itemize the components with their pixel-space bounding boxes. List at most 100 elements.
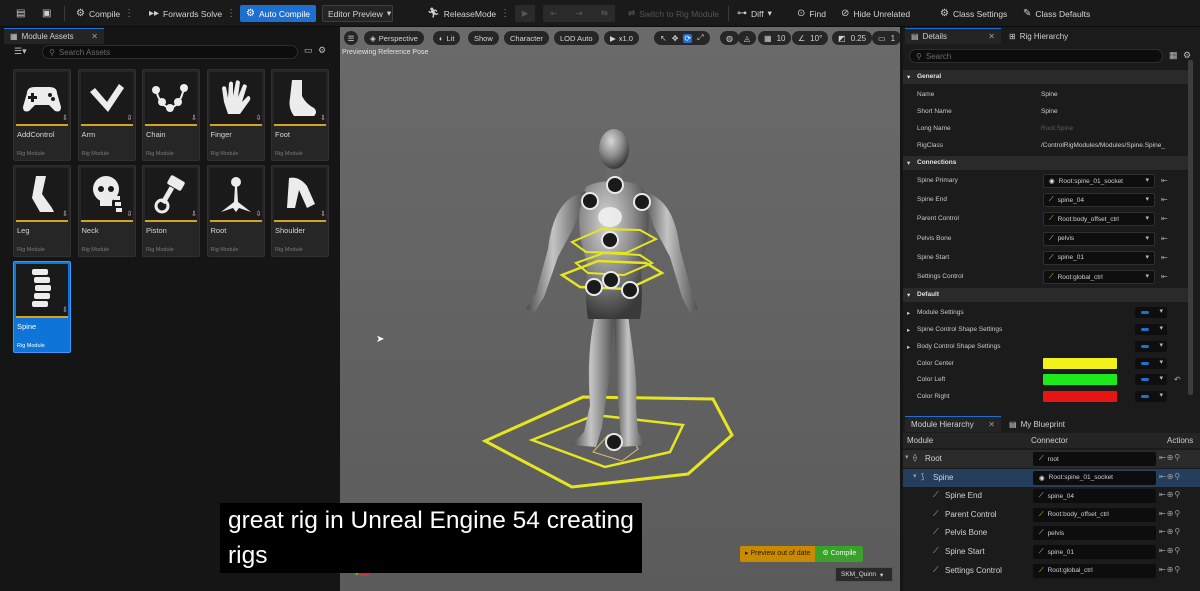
- chevron-right-icon[interactable]: ▸: [907, 326, 910, 334]
- connector-field[interactable]: ⟋ pelvis: [1033, 526, 1156, 541]
- release-mode-button[interactable]: 🏃︎ ReleaseMode ⋮: [427, 5, 510, 22]
- connector-dropdown[interactable]: ◉ Root:spine_01_socket ▾: [1043, 174, 1155, 188]
- connector-field[interactable]: ◉ Root:spine_01_socket: [1033, 470, 1156, 485]
- step-controls[interactable]: ⇤ ⇥ ⇆: [543, 5, 615, 22]
- hierarchy-row[interactable]: ▾ ⟠ Root ⟋ root ⇤⊕⚲: [903, 450, 1200, 468]
- hierarchy-row[interactable]: ⟋ Pelvis Bone ⟋ pelvis ⇤⊕⚲: [903, 524, 1200, 542]
- value-dropdown[interactable]: ▾: [1135, 307, 1167, 319]
- hide-unrelated-button[interactable]: ⊘ Hide Unrelated: [841, 5, 910, 22]
- editor-preview-dropdown[interactable]: Editor Preview ▾: [322, 5, 393, 22]
- section-default[interactable]: ▾ Default: [903, 288, 1189, 303]
- color-swatch[interactable]: [1043, 374, 1117, 386]
- connector-field[interactable]: ⟋ Root:global_ctrl: [1033, 563, 1156, 578]
- hierarchy-row[interactable]: ▾ ⟆ Spine ◉ Root:spine_01_socket ⇤⊕⚲: [903, 468, 1200, 487]
- reset-arrow-icon[interactable]: ⇤: [1161, 176, 1168, 185]
- reset-arrow-icon[interactable]: ⇤: [1161, 272, 1168, 281]
- connector-dropdown[interactable]: ⟋ pelvis ▾: [1043, 231, 1155, 246]
- value-dropdown[interactable]: ▾: [1135, 324, 1167, 335]
- property-value[interactable]: Root:Spine: [1041, 125, 1073, 132]
- reset-arrow-icon[interactable]: ⇤: [1161, 195, 1168, 204]
- save-icon[interactable]: ▤: [16, 5, 25, 22]
- reset-arrow-icon[interactable]: ⇤: [1161, 214, 1168, 223]
- row-actions[interactable]: ⇤⊕⚲: [1159, 527, 1181, 536]
- connector-dropdown[interactable]: ⟋ Root:global_ctrl ▾: [1043, 270, 1155, 284]
- asset-tile-foot[interactable]: ⇩ Foot Rig Module: [271, 69, 329, 161]
- connector-field[interactable]: ⟋ root: [1033, 452, 1156, 466]
- hierarchy-row[interactable]: ⟋ Settings Control ⟋ Root:global_ctrl ⇤⊕⚲: [903, 562, 1200, 580]
- connector-field[interactable]: ⟋ spine_01: [1033, 545, 1156, 559]
- section-general[interactable]: ▾ General: [903, 70, 1189, 84]
- play-button[interactable]: ▶: [515, 5, 535, 22]
- filter-icon[interactable]: ☰▾: [14, 46, 27, 57]
- connector-field[interactable]: ⟋ Root:body_offset_ctrl: [1033, 507, 1156, 522]
- tab-rig-hierarchy[interactable]: ⊞ Rig Hierarchy: [1003, 28, 1103, 44]
- tab-module-hierarchy[interactable]: Module Hierarchy ✕: [905, 416, 1001, 432]
- tab-my-blueprint[interactable]: ▤ My Blueprint: [1003, 416, 1089, 432]
- connector-dropdown[interactable]: ⟋ spine_04 ▾: [1043, 193, 1155, 208]
- connector-dropdown[interactable]: ⟋ Root:body_offset_ctrl ▾: [1043, 212, 1155, 227]
- switch-rig-module-button[interactable]: ⇄ Switch to Rig Module: [628, 5, 719, 22]
- release-mode-options-icon[interactable]: ⋮: [500, 8, 510, 19]
- asset-tile-spine[interactable]: ⇩ Spine Rig Module: [13, 261, 71, 353]
- asset-tile-shoulder[interactable]: ⇩ Shoulder Rig Module: [271, 165, 329, 257]
- close-icon[interactable]: ✕: [91, 32, 98, 41]
- search-input[interactable]: ⚲ Search Assets: [42, 45, 298, 59]
- section-connections[interactable]: ▾ Connections: [903, 156, 1189, 170]
- property-value[interactable]: Spine: [1041, 91, 1058, 98]
- forwards-solve-options-icon[interactable]: ⋮: [226, 8, 236, 19]
- value-dropdown[interactable]: ▾: [1135, 391, 1167, 403]
- reset-arrow-icon[interactable]: ⇤: [1161, 253, 1168, 262]
- asset-tile-piston[interactable]: ⇩ Piston Rig Module: [142, 165, 200, 257]
- tab-module-assets[interactable]: ▦ Module Assets ✕: [4, 28, 104, 44]
- forwards-solve-button[interactable]: ▸▸ Forwards Solve ⋮: [149, 5, 236, 22]
- asset-tile-arm[interactable]: ⇩ Arm Rig Module: [77, 69, 136, 161]
- find-button[interactable]: ⊙ Find: [797, 5, 826, 22]
- browse-icon[interactable]: ▣: [42, 5, 51, 22]
- chevron-down-icon[interactable]: ▾: [905, 453, 909, 461]
- compile-badge-button[interactable]: ⚙ Compile: [815, 546, 864, 562]
- value-dropdown[interactable]: ▾: [1135, 340, 1167, 352]
- tab-details[interactable]: ▤ Details ✕: [905, 28, 1001, 44]
- color-swatch[interactable]: [1043, 391, 1117, 403]
- row-actions[interactable]: ⇤⊕⚲: [1159, 509, 1181, 518]
- folder-icon[interactable]: ▭: [304, 45, 313, 56]
- hierarchy-row[interactable]: ⟋ Spine Start ⟋ spine_01 ⇤⊕⚲: [903, 543, 1200, 561]
- close-icon[interactable]: ✕: [988, 32, 995, 41]
- asset-tile-finger[interactable]: ⇩ Finger Rig Module: [206, 69, 265, 161]
- preview-out-of-date-badge[interactable]: ▸ Preview out of date: [740, 546, 816, 562]
- reset-arrow-icon[interactable]: ⇤: [1161, 234, 1168, 243]
- asset-tile-leg[interactable]: ⇩ Leg Rig Module: [13, 165, 71, 257]
- auto-compile-button[interactable]: ⚙ Auto Compile: [240, 5, 316, 22]
- settings-icon[interactable]: ⚙: [318, 45, 326, 56]
- row-actions[interactable]: ⇤⊕⚲: [1159, 453, 1181, 462]
- row-actions[interactable]: ⇤⊕⚲: [1159, 565, 1181, 574]
- asset-tile-chain[interactable]: ⇩ Chain Rig Module: [142, 69, 200, 161]
- mesh-selector-dropdown[interactable]: SKM_Quinn ▾: [835, 567, 893, 582]
- connector-dropdown[interactable]: ⟋ spine_01 ▾: [1043, 250, 1155, 265]
- chevron-right-icon[interactable]: ▸: [907, 343, 910, 351]
- chevron-right-icon[interactable]: ▸: [907, 309, 910, 317]
- asset-tile-root[interactable]: ⇩ Root Rig Module: [206, 165, 265, 257]
- reset-icon[interactable]: ↶: [1174, 375, 1181, 384]
- property-value[interactable]: Spine: [1041, 108, 1058, 115]
- close-icon[interactable]: ✕: [988, 420, 995, 429]
- row-actions[interactable]: ⇤⊕⚲: [1159, 490, 1181, 499]
- class-defaults-button[interactable]: ✎ Class Defaults: [1023, 5, 1090, 22]
- color-swatch[interactable]: [1043, 357, 1117, 369]
- connector-field[interactable]: ⟋ spine_04: [1033, 489, 1156, 504]
- row-actions[interactable]: ⇤⊕⚲: [1159, 472, 1181, 481]
- asset-tile-neck[interactable]: ⇩ Neck Rig Module: [77, 165, 136, 257]
- hierarchy-row[interactable]: ⟋ Spine End ⟋ spine_04 ⇤⊕⚲: [903, 487, 1200, 505]
- value-dropdown[interactable]: ▾: [1135, 374, 1167, 386]
- asset-tile-addcontrol[interactable]: ⇩ AddControl Rig Module: [13, 69, 71, 161]
- compile-button[interactable]: ⚙ Compile ⋮: [76, 5, 134, 22]
- row-actions[interactable]: ⇤⊕⚲: [1159, 546, 1181, 555]
- value-dropdown[interactable]: ▾: [1135, 357, 1167, 369]
- hierarchy-row[interactable]: ⟋ Parent Control ⟋ Root:body_offset_ctrl ⇤⊕⚲: [903, 506, 1200, 524]
- grid-view-icon[interactable]: ▦: [1169, 50, 1178, 61]
- chevron-down-icon[interactable]: ▾: [913, 472, 917, 480]
- class-settings-button[interactable]: ⚙ Class Settings: [940, 5, 1007, 22]
- diff-button[interactable]: ⊶ Diff ▾: [737, 5, 772, 22]
- compile-options-icon[interactable]: ⋮: [124, 8, 134, 19]
- property-value[interactable]: /ControlRigModules/Modules/Spine.Spine_: [1041, 142, 1165, 149]
